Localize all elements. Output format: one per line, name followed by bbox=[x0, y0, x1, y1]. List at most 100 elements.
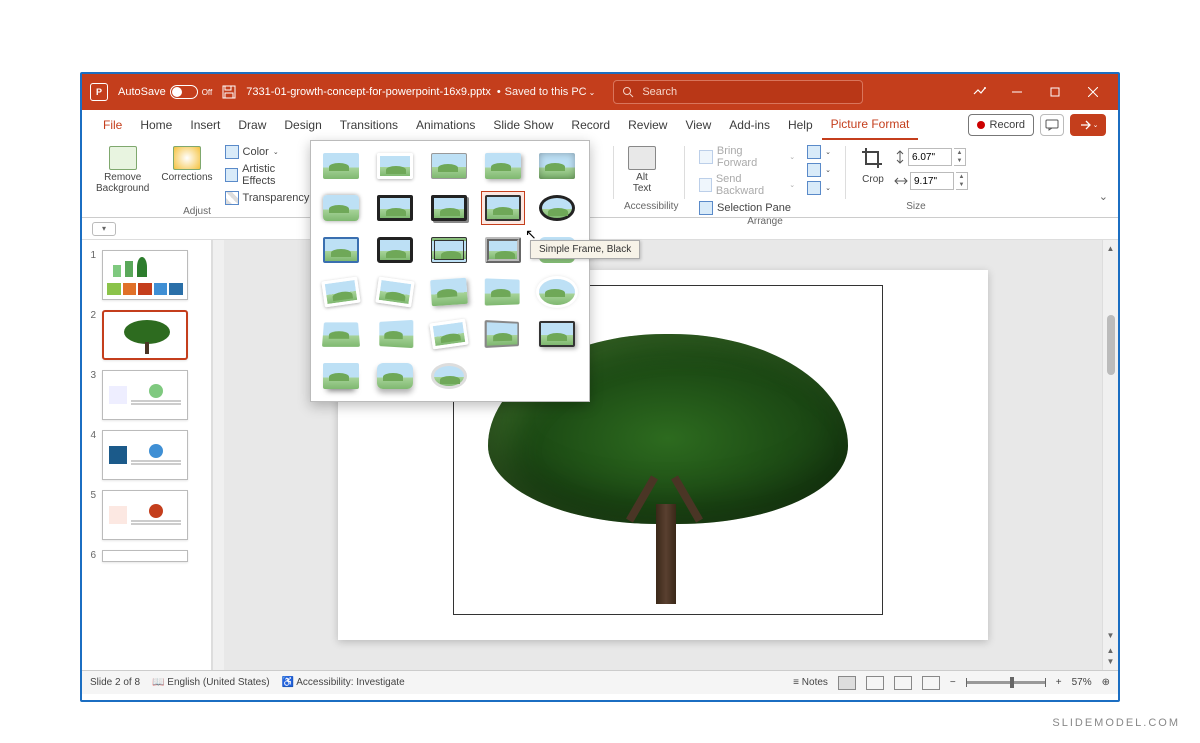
zoom-slider[interactable] bbox=[966, 681, 1046, 684]
tab-slide-show[interactable]: Slide Show bbox=[484, 110, 562, 140]
notes-button[interactable]: ≡ Notes bbox=[793, 677, 828, 688]
style-option[interactable] bbox=[319, 149, 363, 183]
style-option[interactable] bbox=[373, 317, 417, 351]
style-option[interactable] bbox=[319, 191, 363, 225]
toggle-track[interactable] bbox=[170, 85, 198, 99]
comments-button[interactable] bbox=[1040, 114, 1064, 136]
style-option[interactable] bbox=[535, 191, 579, 225]
alt-text-button[interactable]: AltText bbox=[624, 144, 660, 196]
tab-home[interactable]: Home bbox=[131, 110, 181, 140]
save-status[interactable]: Saved to this PC bbox=[505, 86, 587, 98]
rotate-button[interactable]: ⌄ bbox=[803, 180, 835, 196]
style-option[interactable] bbox=[427, 233, 471, 267]
document-filename[interactable]: 7331-01-growth-concept-for-powerpoint-16… bbox=[246, 86, 491, 98]
slide-position[interactable]: Slide 2 of 8 bbox=[90, 677, 140, 688]
selection-pane-button[interactable]: Selection Pane bbox=[695, 200, 799, 216]
style-option[interactable] bbox=[481, 149, 525, 183]
color-icon bbox=[225, 145, 239, 159]
normal-view-button[interactable] bbox=[838, 676, 856, 690]
height-input[interactable] bbox=[908, 148, 952, 166]
style-option[interactable] bbox=[535, 275, 579, 309]
style-option-hovered[interactable] bbox=[481, 191, 525, 225]
minimize-button[interactable] bbox=[1000, 78, 1034, 106]
search-box[interactable]: Search bbox=[613, 80, 863, 104]
accessibility-checker[interactable]: ♿ Accessibility: Investigate bbox=[282, 677, 405, 688]
style-option[interactable] bbox=[319, 275, 363, 309]
slide-thumbnail-1[interactable] bbox=[102, 250, 188, 300]
group-objects-button[interactable]: ⌄ bbox=[803, 162, 835, 178]
qat-expand-button[interactable]: ▾ bbox=[92, 222, 116, 236]
remove-background-button[interactable]: RemoveBackground bbox=[92, 144, 153, 196]
slide-sorter-view-button[interactable] bbox=[866, 676, 884, 690]
zoom-out-button[interactable]: − bbox=[950, 677, 956, 688]
align-button[interactable]: ⌄ bbox=[803, 144, 835, 160]
style-option[interactable] bbox=[373, 191, 417, 225]
send-backward-button[interactable]: Send Backward⌄ bbox=[695, 172, 799, 198]
tab-transitions[interactable]: Transitions bbox=[331, 110, 407, 140]
style-option[interactable] bbox=[481, 317, 525, 351]
height-spinner[interactable]: ▲▼ bbox=[954, 148, 966, 166]
tab-view[interactable]: View bbox=[676, 110, 720, 140]
thumbnails-scrollbar[interactable] bbox=[212, 240, 224, 670]
style-option[interactable] bbox=[481, 233, 525, 267]
width-spinner[interactable]: ▲▼ bbox=[956, 172, 968, 190]
tab-picture-format[interactable]: Picture Format bbox=[822, 110, 919, 140]
tab-animations[interactable]: Animations bbox=[407, 110, 484, 140]
zoom-in-button[interactable]: + bbox=[1056, 677, 1062, 688]
tab-review[interactable]: Review bbox=[619, 110, 676, 140]
slideshow-view-button[interactable] bbox=[922, 676, 940, 690]
slide-thumbnail-2[interactable] bbox=[102, 310, 188, 360]
style-option[interactable] bbox=[427, 275, 471, 309]
style-option[interactable] bbox=[319, 359, 363, 393]
style-option[interactable] bbox=[373, 275, 417, 309]
slide-thumbnail-6[interactable] bbox=[102, 550, 188, 562]
style-option[interactable] bbox=[427, 191, 471, 225]
style-option[interactable] bbox=[535, 317, 579, 351]
tab-add-ins[interactable]: Add-ins bbox=[720, 110, 779, 140]
tab-file[interactable]: File bbox=[94, 110, 131, 140]
zoom-level[interactable]: 57% bbox=[1072, 677, 1092, 688]
artistic-effects-button[interactable]: Artistic Effects⌄ bbox=[221, 162, 324, 188]
slide-thumbnail-5[interactable] bbox=[102, 490, 188, 540]
slide-thumbnail-3[interactable] bbox=[102, 370, 188, 420]
save-icon[interactable] bbox=[222, 85, 236, 99]
style-option[interactable] bbox=[319, 233, 363, 267]
ribbon: RemoveBackground Corrections Color⌄ Arti… bbox=[82, 140, 1118, 218]
fit-to-window-button[interactable]: ⊕ bbox=[1102, 677, 1110, 688]
autosave-toggle[interactable]: AutoSave Off bbox=[118, 85, 212, 99]
collapse-ribbon-button[interactable]: ⌄ bbox=[1099, 140, 1118, 217]
language-indicator[interactable]: 📖 English (United States) bbox=[152, 677, 270, 688]
style-option[interactable] bbox=[373, 149, 417, 183]
style-option[interactable] bbox=[427, 359, 471, 393]
maximize-button[interactable] bbox=[1038, 78, 1072, 106]
privacy-icon[interactable] bbox=[962, 78, 996, 106]
bring-forward-button[interactable]: Bring Forward⌄ bbox=[695, 144, 799, 170]
tab-record[interactable]: Record bbox=[562, 110, 619, 140]
tab-insert[interactable]: Insert bbox=[181, 110, 229, 140]
reading-view-button[interactable] bbox=[894, 676, 912, 690]
corrections-button[interactable]: Corrections bbox=[157, 144, 216, 185]
tab-draw[interactable]: Draw bbox=[229, 110, 275, 140]
tab-design[interactable]: Design bbox=[275, 110, 330, 140]
style-option[interactable] bbox=[427, 317, 471, 351]
width-input[interactable] bbox=[910, 172, 954, 190]
share-button[interactable]: ⌄ bbox=[1070, 114, 1106, 136]
picture-styles-gallery bbox=[310, 140, 590, 402]
crop-button[interactable]: Crop bbox=[856, 144, 890, 187]
style-option[interactable] bbox=[373, 233, 417, 267]
artistic-icon bbox=[225, 168, 239, 182]
color-button[interactable]: Color⌄ bbox=[221, 144, 324, 160]
style-option[interactable] bbox=[481, 275, 525, 309]
slide-thumbnail-4[interactable] bbox=[102, 430, 188, 480]
thumb-number: 3 bbox=[88, 370, 96, 381]
record-button[interactable]: Record bbox=[968, 114, 1034, 136]
style-option[interactable] bbox=[373, 359, 417, 393]
canvas-scrollbar[interactable]: ▲ ▼ ▲ ▼ bbox=[1102, 240, 1118, 670]
tab-help[interactable]: Help bbox=[779, 110, 822, 140]
group-label-adjust: Adjust bbox=[92, 206, 302, 217]
style-option[interactable] bbox=[427, 149, 471, 183]
style-option[interactable] bbox=[535, 149, 579, 183]
close-button[interactable] bbox=[1076, 78, 1110, 106]
transparency-button[interactable]: Transparency⌄ bbox=[221, 190, 324, 206]
style-option[interactable] bbox=[319, 317, 363, 351]
